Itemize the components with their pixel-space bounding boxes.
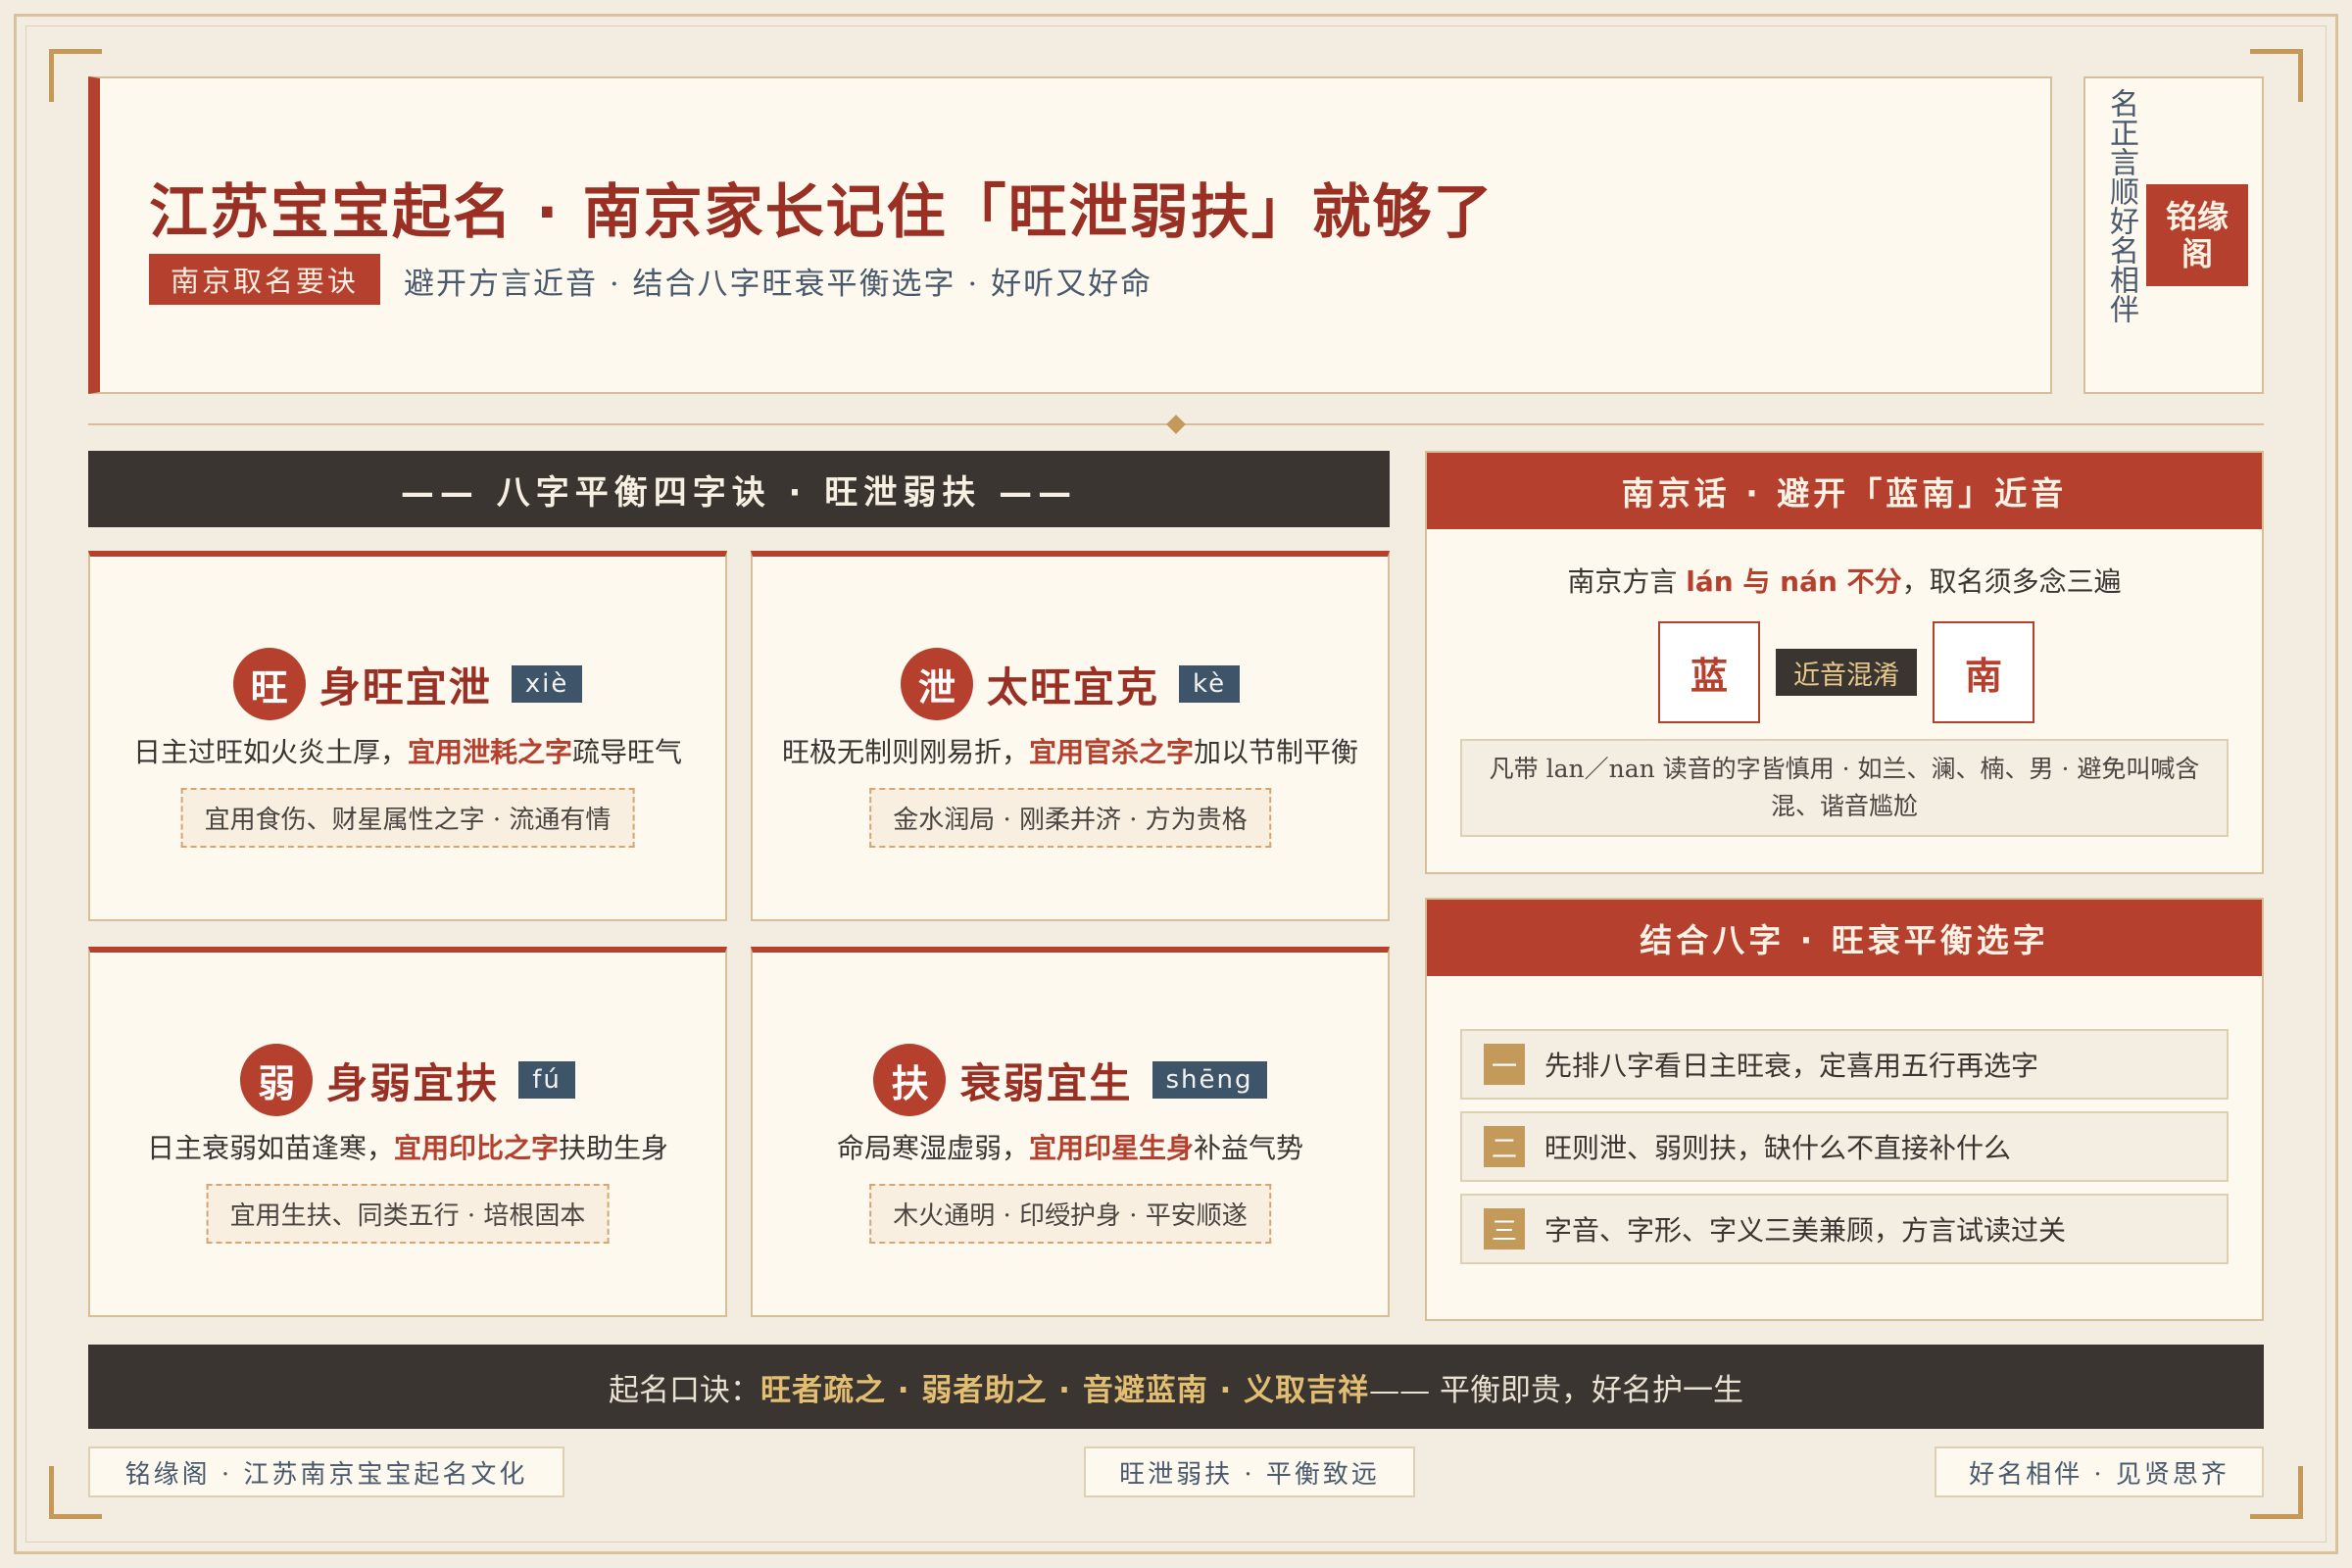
char-box-lan: 蓝 [1658,621,1760,723]
card-description: 旺极无制则刚易折，宜用官杀之字加以节制平衡 [753,731,1388,770]
card-note: 金水润局 · 刚柔并济 · 方为贵格 [869,788,1271,848]
pinyin-badge: shēng [1152,1061,1267,1099]
formula-bar: 起名口诀： 旺者疏之 · 弱者助之 · 音避蓝南 · 义取吉祥 —— 平衡即贵，好… [88,1345,2264,1429]
desc-text: 加以节制平衡 [1194,736,1359,768]
step-item: 三 字音、字形、字义三美兼顾，方言试读过关 [1460,1194,2229,1264]
desc-highlight: 宜用官杀之字 [1028,736,1194,768]
footer-center: 旺泄弱扶 · 平衡致远 [1084,1446,1415,1497]
step-number: 一 [1484,1044,1525,1085]
card-note: 宜用生扶、同类五行 · 培根固本 [206,1184,610,1244]
desc-text: 旺极无制则刚易折， [781,736,1029,768]
formula-prefix: 起名口诀： [609,1372,761,1408]
dialect-warning: 凡带 lan／nan 读音的字皆慎用 · 如兰、澜、楠、男 · 避免叫喊含混、谐… [1460,739,2229,837]
desc-text: 疏导旺气 [572,736,683,768]
card-title: 身旺宜泄 [318,662,492,711]
card-char-badge: 弱 [240,1044,314,1116]
formula-suffix: —— 平衡即贵，好名护一生 [1369,1372,1743,1408]
dialect-panel: 南京话 · 避开「蓝南」近音 南京方言 lán 与 nán 不分，取名须多念三遍… [1425,451,2264,874]
confusion-tag: 近音混淆 [1776,649,1917,696]
header-panel: 江苏宝宝起名 · 南京家长记住「旺泄弱扶」就够了 南京取名要诀 避开方言近音 ·… [88,76,2052,394]
bazi-panel: 结合八字 · 旺衰平衡选字 一 先排八字看日主旺衰，定喜用五行再选字 二 旺则泄… [1425,898,2264,1321]
dialect-description: 南京方言 lán 与 nán 不分，取名须多念三遍 [1427,561,2262,600]
pinyin-badge: kè [1178,665,1241,703]
step-text: 先排八字看日主旺衰，定喜用五行再选字 [1544,1050,2039,1082]
card-note: 木火通明 · 印绶护身 · 平安顺遂 [869,1184,1271,1244]
formula-highlight: 旺者疏之 · 弱者助之 · 音避蓝南 · 义取吉祥 [760,1372,1370,1408]
section-title-bar: —— 八字平衡四字诀 · 旺泄弱扶 —— [88,451,1390,527]
card-note: 宜用食伤、财星属性之字 · 流通有情 [180,788,635,848]
header-subtitle: 避开方言近音 · 结合八字旺衰平衡选字 · 好听又好命 [404,267,1153,302]
rule-card-fu: 扶 衰弱宜生 shēng 命局寒湿虚弱，宜用印星生身补益气势 木火通明 · 印绶… [751,947,1390,1317]
desc-highlight: 宜用印比之字 [393,1132,559,1164]
dialect-text: ，取名须多念三遍 [1901,565,2122,598]
rule-card-xie: 泄 太旺宜克 kè 旺极无制则刚易折，宜用官杀之字加以节制平衡 金水润局 · 刚… [751,551,1390,921]
card-char-badge: 扶 [873,1044,947,1116]
dialect-highlight: lán 与 nán 不分 [1686,565,1902,598]
card-char-badge: 泄 [900,648,973,720]
step-text: 字音、字形、字义三美兼顾，方言试读过关 [1544,1214,2067,1247]
desc-text: 日主衰弱如苗逢寒， [146,1132,394,1164]
step-number: 二 [1484,1126,1525,1167]
step-item: 二 旺则泄、弱则扶，缺什么不直接补什么 [1460,1111,2229,1182]
desc-highlight: 宜用印星生身 [1028,1132,1194,1164]
char-box-nan: 南 [1933,621,2034,723]
dialect-panel-heading: 南京话 · 避开「蓝南」近音 [1427,453,2262,529]
pinyin-badge: xiè [511,665,583,703]
desc-text: 扶助生身 [559,1132,669,1164]
header-tag: 南京取名要诀 [149,254,380,305]
card-description: 命局寒湿虚弱，宜用印星生身补益气势 [753,1127,1388,1166]
page-title: 江苏宝宝起名 · 南京家长记住「旺泄弱扶」就够了 [149,178,1494,247]
card-title: 太旺宜克 [986,662,1159,711]
card-description: 日主过旺如火炎土厚，宜用泄耗之字疏导旺气 [90,731,725,770]
brand-seal: 铭缘阁 [2146,184,2248,286]
pinyin-badge: fú [518,1061,575,1099]
card-title: 衰弱宜生 [959,1058,1133,1107]
card-title: 身弱宜扶 [326,1058,500,1107]
dialect-text: 南京方言 [1567,565,1687,598]
desc-text: 命局寒湿虚弱， [836,1132,1029,1164]
rule-card-wang: 旺 身旺宜泄 xiè 日主过旺如火炎土厚，宜用泄耗之字疏导旺气 宜用食伤、财星属… [88,551,727,921]
footer-right: 好名相伴 · 见贤思齐 [1935,1446,2264,1497]
card-description: 日主衰弱如苗逢寒，宜用印比之字扶助生身 [90,1127,725,1166]
vertical-motto: 名正言顺好名相伴 [2104,88,2138,323]
card-header: 弱 身弱宜扶 fú [90,1041,725,1119]
seal-panel: 名正言顺好名相伴 铭缘阁 [2083,76,2264,394]
bazi-panel-heading: 结合八字 · 旺衰平衡选字 [1427,900,2262,976]
step-number: 三 [1484,1208,1525,1250]
desc-text: 日主过旺如火炎土厚， [132,736,408,768]
card-char-badge: 旺 [232,648,306,720]
desc-highlight: 宜用泄耗之字 [407,736,572,768]
card-header: 泄 太旺宜克 kè [753,645,1388,723]
desc-text: 补益气势 [1194,1132,1304,1164]
step-item: 一 先排八字看日主旺衰，定喜用五行再选字 [1460,1029,2229,1100]
card-header: 旺 身旺宜泄 xiè [90,645,725,723]
footer-left: 铭缘阁 · 江苏南京宝宝起名文化 [88,1446,564,1497]
card-header: 扶 衰弱宜生 shēng [753,1041,1388,1119]
rule-card-ruo: 弱 身弱宜扶 fú 日主衰弱如苗逢寒，宜用印比之字扶助生身 宜用生扶、同类五行 … [88,947,727,1317]
step-text: 旺则泄、弱则扶，缺什么不直接补什么 [1544,1132,2012,1164]
